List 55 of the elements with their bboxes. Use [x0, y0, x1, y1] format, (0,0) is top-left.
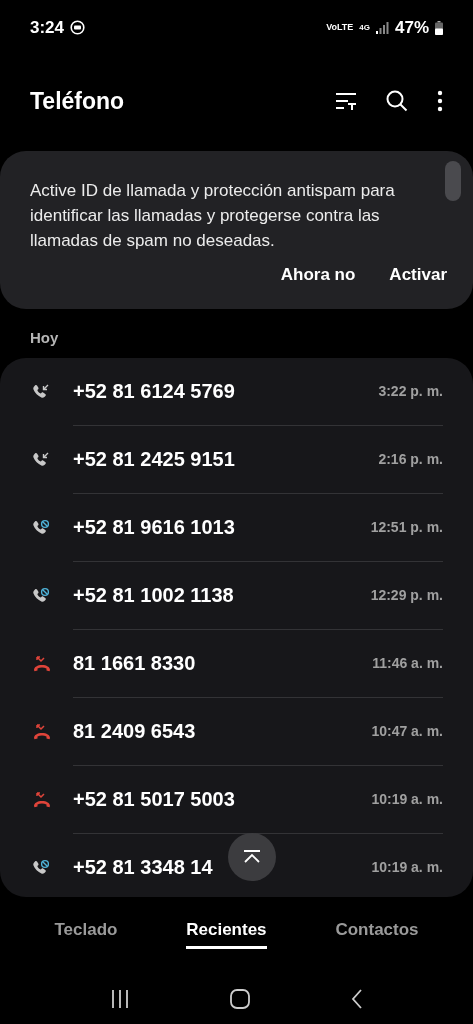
missed-call-icon — [32, 653, 52, 674]
network-label: 4G — [359, 21, 370, 34]
bottom-tab[interactable]: Teclado — [54, 917, 118, 949]
incoming-call-icon — [32, 382, 50, 401]
call-time: 10:47 a. m. — [371, 721, 443, 741]
phone-number: +52 81 9616 1013 — [73, 515, 235, 540]
bottom-tab[interactable]: Recientes — [186, 917, 267, 949]
missed-call-icon — [32, 789, 52, 810]
phone-number: +52 81 1002 1138 — [73, 583, 234, 608]
battery-icon — [435, 20, 443, 35]
call-row[interactable]: +52 81 6124 5769 3:22 p. m. — [0, 357, 473, 426]
blocked-call-icon — [32, 518, 50, 537]
incoming-call-icon — [32, 450, 50, 469]
missed-call-icon — [32, 721, 52, 742]
call-time: 2:16 p. m. — [378, 449, 443, 469]
app-title: Teléfono — [30, 86, 125, 116]
phone-number: +52 81 5017 5003 — [73, 787, 235, 812]
search-icon[interactable] — [385, 89, 409, 113]
call-time: 11:46 a. m. — [372, 653, 443, 673]
call-row[interactable]: 81 1661 8330 11:46 a. m. — [0, 629, 473, 698]
phone-number: +52 81 6124 5769 — [73, 379, 235, 404]
battery-percent: 47% — [394, 17, 429, 39]
scroll-to-top-button[interactable] — [228, 832, 276, 881]
recent-apps-icon[interactable] — [109, 989, 130, 1010]
call-time: 12:29 p. m. — [370, 585, 443, 605]
call-row[interactable]: 81 2409 6543 10:47 a. m. — [0, 697, 473, 766]
blocked-call-icon — [32, 858, 50, 877]
home-icon[interactable] — [228, 988, 251, 1011]
banner-action-button[interactable]: Ahora no — [280, 261, 356, 287]
banner-action-button[interactable]: Activar — [389, 261, 447, 287]
call-time: 10:19 a. m. — [371, 789, 443, 809]
call-time: 12:51 p. m. — [370, 517, 443, 537]
banner-message: Active ID de llamada y protección antispam para identificar las llamadas y protegerse contra las llamadas de spam no deseadas. — [30, 179, 396, 252]
more-options-icon[interactable] — [437, 90, 443, 112]
bottom-tab[interactable]: Contactos — [335, 917, 419, 949]
signal-icon — [375, 21, 389, 34]
call-row[interactable]: +52 81 2425 9151 2:16 p. m. — [0, 425, 473, 494]
scroll-top-icon — [242, 849, 262, 864]
notification-icon — [70, 20, 86, 36]
scroll-indicator — [445, 160, 461, 201]
call-time: 3:22 p. m. — [378, 381, 443, 401]
volte-label: VoLTE — [326, 21, 354, 34]
phone-number: +52 81 3348 14 — [73, 855, 213, 880]
back-icon[interactable] — [349, 988, 364, 1011]
status-time: 3:24 — [30, 17, 65, 39]
section-header: Hoy — [29, 328, 60, 348]
filter-icon[interactable] — [335, 91, 357, 111]
phone-number: 81 1661 8330 — [73, 651, 196, 676]
call-time: 10:19 a. m. — [371, 857, 443, 877]
phone-number: 81 2409 6543 — [73, 719, 196, 744]
call-row[interactable]: +52 81 1002 1138 12:29 p. m. — [0, 561, 473, 630]
blocked-call-icon — [32, 586, 50, 605]
call-row[interactable]: +52 81 9616 1013 12:51 p. m. — [0, 493, 473, 562]
phone-number: +52 81 2425 9151 — [73, 447, 235, 472]
call-row[interactable]: +52 81 5017 5003 10:19 a. m. — [0, 765, 473, 834]
